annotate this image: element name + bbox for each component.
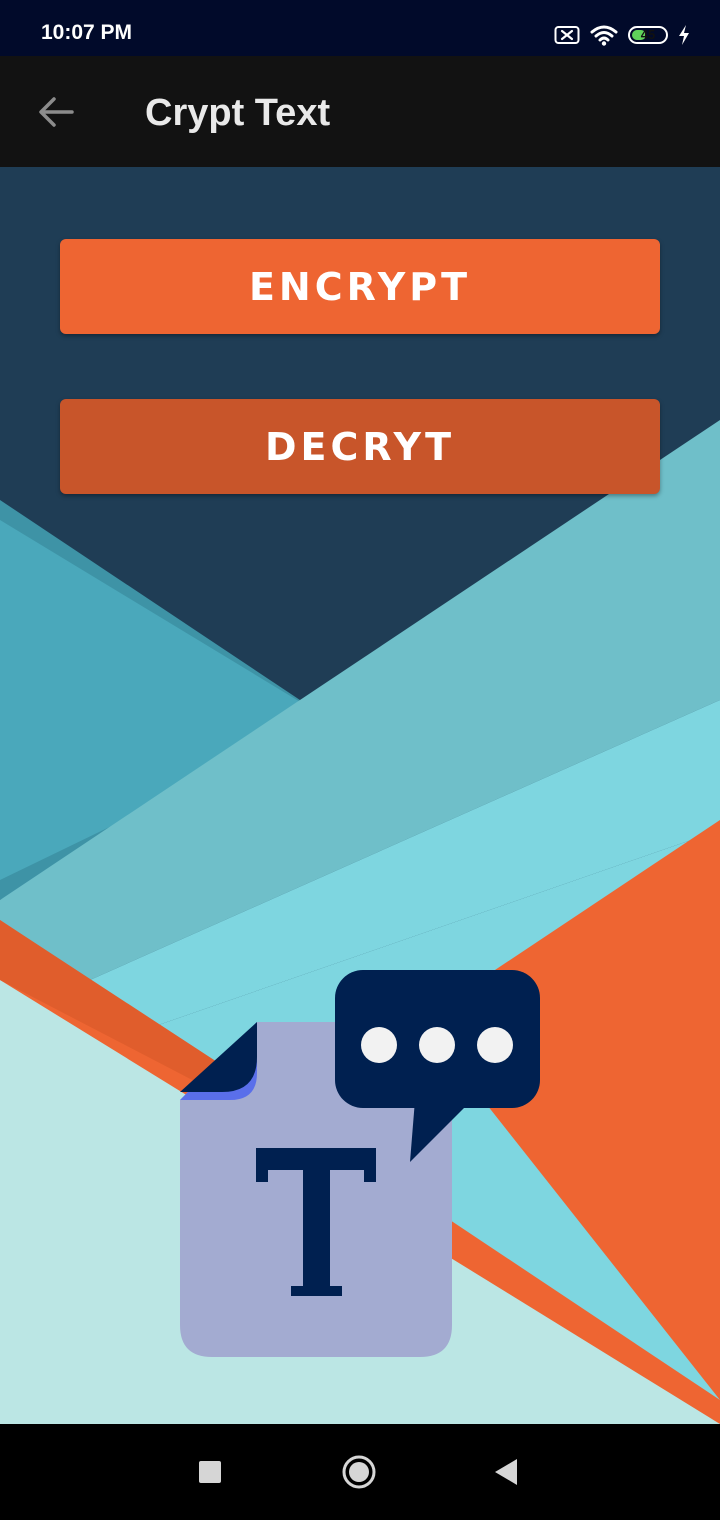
recents-icon[interactable] [199,1461,221,1483]
back-triangle-icon[interactable] [493,1457,519,1487]
app-bar: Crypt Text [0,56,720,167]
sim-off-icon [554,26,580,44]
charging-icon [679,25,689,45]
home-icon[interactable] [342,1455,376,1489]
encrypt-button[interactable]: ENCRYPT [60,239,660,334]
status-bar: 10:07 PM 45 [0,0,720,56]
status-icons: 45 [554,22,690,48]
app-logo [180,970,540,1357]
main-content: ENCRYPT DECRYT [0,167,720,1424]
navigation-bar [0,1424,720,1520]
decrypt-button[interactable]: DECRYT [60,399,660,494]
status-time: 10:07 PM [41,21,133,44]
screen: 10:07 PM 45 Crypt Text ENCRYPT DECRYT [0,0,720,1520]
battery-icon: 45 [628,26,668,44]
arrow-back-icon [39,97,74,127]
battery-level: 45 [640,27,656,42]
wifi-icon [590,25,618,46]
page-title: Crypt Text [145,92,331,134]
back-button[interactable] [30,86,82,138]
